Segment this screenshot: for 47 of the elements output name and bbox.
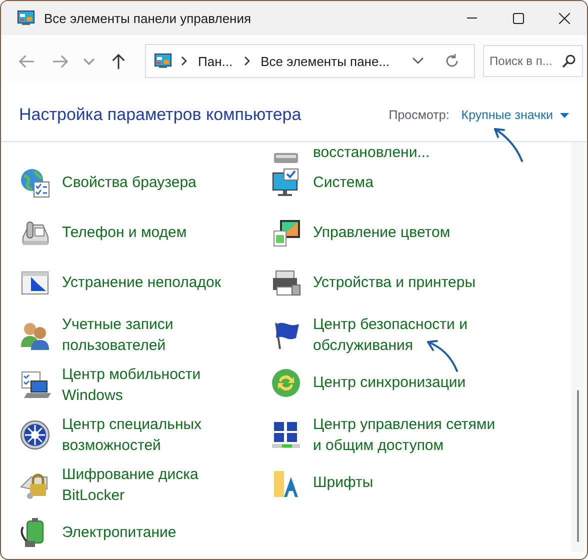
accessibility-icon <box>19 419 51 451</box>
control-panel-link[interactable]: Система <box>270 166 374 198</box>
search-field[interactable]: Поиск в п... <box>482 45 583 77</box>
control-panel-link[interactable]: Шрифты <box>270 466 374 498</box>
laptop-icon <box>19 369 51 401</box>
control-panel-link[interactable]: Свойства браузера <box>19 166 196 198</box>
control-panel-icon <box>17 10 35 26</box>
chevron-right-icon <box>242 56 251 66</box>
close-icon <box>558 12 570 24</box>
chevron-right-icon <box>180 56 188 66</box>
control-panel-link[interactable]: Учетные записи пользователей <box>19 314 252 356</box>
window-title: Все элементы панели управления <box>44 10 252 26</box>
breadcrumb-link[interactable]: Все элементы пане... <box>260 54 390 68</box>
view-label: Просмотр: <box>388 108 450 122</box>
scrollbar-thumb[interactable] <box>577 390 579 542</box>
up-arrow-icon <box>110 52 126 70</box>
control-panel-link[interactable]: Центр мобильности Windows <box>19 364 252 406</box>
control-panel-icon <box>154 53 172 69</box>
forward-arrow-icon <box>52 52 68 70</box>
view-dropdown[interactable]: Крупные значки <box>461 108 569 122</box>
network-icon <box>270 419 302 451</box>
maximize-icon <box>512 12 524 24</box>
control-panel-link[interactable]: восстановлени... <box>270 142 430 163</box>
control-panel-link[interactable]: Шифрование диска BitLocker <box>19 464 252 506</box>
control-panel-link[interactable]: Центр безопасности и обслуживания <box>270 314 503 356</box>
control-panel-link[interactable]: Устранение неполадок <box>19 266 221 298</box>
page-heading: Настройка параметров компьютера <box>19 105 302 125</box>
annotation-arrow <box>494 128 523 162</box>
globe-icon <box>19 166 51 198</box>
back-arrow-icon <box>18 52 34 70</box>
address-bar[interactable]: Пан... Все элементы пане... <box>145 44 475 78</box>
control-panel-link[interactable]: Электропитание <box>19 516 176 548</box>
breadcrumb-link[interactable]: Пан... <box>198 54 233 68</box>
scrollbar[interactable] <box>571 142 585 552</box>
control-panel-link[interactable]: Центр синхронизации <box>270 366 466 398</box>
sync-icon <box>270 366 302 398</box>
control-panel-link[interactable]: Управление цветом <box>270 216 450 248</box>
chevron-down-icon <box>412 57 424 65</box>
annotation-arrow <box>427 340 458 372</box>
refresh-icon <box>444 53 460 69</box>
control-panel-link[interactable]: Телефон и модем <box>19 216 187 248</box>
chevron-down-icon <box>83 58 95 64</box>
caret-icon <box>560 112 569 118</box>
control-panel-link[interactable]: Центр специальных возможностей <box>19 414 252 456</box>
search-icon <box>562 54 576 68</box>
control-panel-link[interactable]: Устройства и принтеры <box>270 266 476 298</box>
control-panel-link[interactable]: Центр управления сетями и общим доступом <box>270 414 503 456</box>
